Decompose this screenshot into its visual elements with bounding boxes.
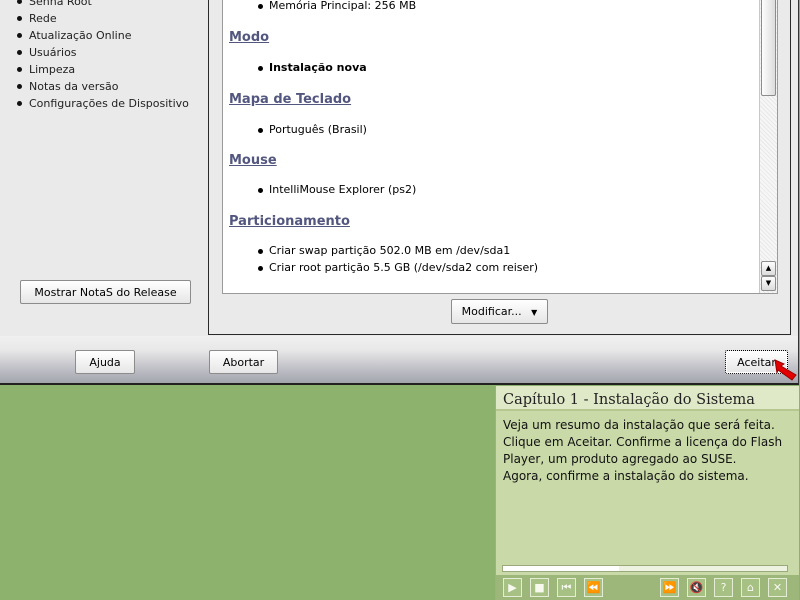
section-mouse-link[interactable]: Mouse xyxy=(229,153,277,168)
home-icon[interactable]: ⌂ xyxy=(741,578,760,597)
rewind-icon[interactable]: ⏪ xyxy=(584,578,603,597)
mute-icon[interactable]: 🔇 xyxy=(687,578,706,597)
scrollbar-thumb[interactable] xyxy=(761,0,776,96)
tutorial-controls: ▶ ■ ⏮ ⏪ ⏩ 🔇 ? ⌂ ✕ xyxy=(496,575,799,600)
tutorial-text: Veja um resumo da instalação que será fe… xyxy=(503,417,795,485)
step-online-update: Atualização Online xyxy=(10,27,189,44)
close-icon[interactable]: ✕ xyxy=(768,578,787,597)
partition-root-item: Criar root partição 5.5 GB (/dev/sda2 co… xyxy=(257,261,539,274)
step-cleanup: Limpeza xyxy=(10,61,189,78)
pointer-arrow-icon xyxy=(774,359,797,381)
tutorial-line: Veja um resumo da instalação que será fe… xyxy=(503,418,775,432)
summary-scrollbar[interactable]: ▲ ▼ xyxy=(759,0,777,293)
section-keyboard-link[interactable]: Mapa de Teclado xyxy=(229,92,351,107)
tutorial-line: Clique em Aceitar. Confirme a licença do… xyxy=(503,435,783,449)
step-device-configuration: Configurações de Dispositivo xyxy=(10,95,189,112)
first-icon[interactable]: ⏮ xyxy=(557,578,576,597)
tutorial-line: Player, um produto agregado ao SUSE. xyxy=(503,452,737,466)
scroll-down-icon[interactable]: ▼ xyxy=(761,276,776,291)
step-users: Usuários xyxy=(10,44,189,61)
help-icon[interactable]: ? xyxy=(714,578,733,597)
installation-steps-list: Senha Root Rede Atualização Online Usuár… xyxy=(10,0,189,112)
tutorial-progress-bar[interactable] xyxy=(502,565,788,572)
partition-swap-item: Criar swap partição 502.0 MB em /dev/sda… xyxy=(257,244,511,257)
chevron-down-icon: ▼ xyxy=(531,308,538,317)
play-icon[interactable]: ▶ xyxy=(503,578,522,597)
forward-icon[interactable]: ⏩ xyxy=(660,578,679,597)
modify-dropdown-button[interactable]: Modificar... ▼ xyxy=(451,299,548,324)
keyboard-item: Português (Brasil) xyxy=(258,123,367,136)
stop-icon[interactable]: ■ xyxy=(530,578,549,597)
tutorial-progress-fill xyxy=(503,566,620,571)
mouse-item: IntelliMouse Explorer (ps2) xyxy=(257,183,417,196)
installer-window: Senha Root Rede Atualização Online Usuár… xyxy=(0,0,799,385)
tutorial-panel: Capítulo 1 - Instalação do Sistema Veja … xyxy=(495,386,799,600)
tutorial-title: Capítulo 1 - Instalação do Sistema xyxy=(496,386,799,411)
step-network: Rede xyxy=(10,10,189,27)
tutorial-line: Agora, confirme a instalação do sistema. xyxy=(503,469,749,483)
abort-button[interactable]: Abortar xyxy=(209,350,278,374)
installation-summary: Memória Principal: 256 MB Modo Instalaçã… xyxy=(222,0,778,294)
section-mode-link[interactable]: Modo xyxy=(229,30,269,45)
section-partitioning-link[interactable]: Particionamento xyxy=(229,214,350,229)
step-release-notes: Notas da versão xyxy=(10,78,189,95)
mode-item: Instalação nova xyxy=(258,61,367,74)
help-button[interactable]: Ajuda xyxy=(75,350,135,374)
step-root-password: Senha Root xyxy=(10,0,189,10)
show-release-notes-button[interactable]: Mostrar NotaS do Release xyxy=(20,280,191,304)
memory-item: Memória Principal: 256 MB xyxy=(257,0,417,12)
scroll-up-icon[interactable]: ▲ xyxy=(761,261,776,276)
modify-label: Modificar... xyxy=(461,305,522,318)
